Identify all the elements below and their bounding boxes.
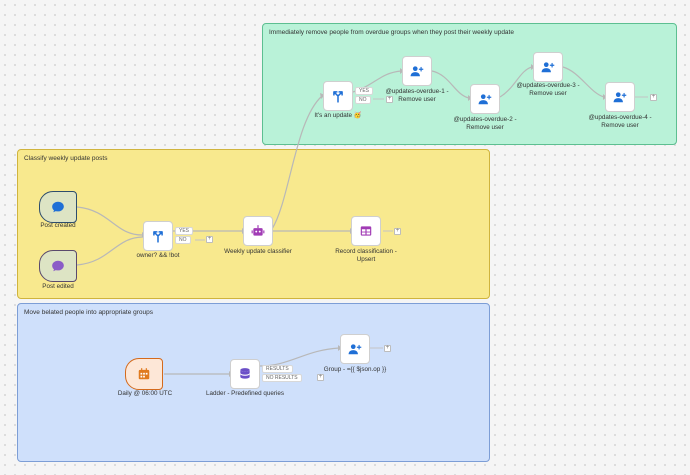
person-plus-icon (348, 344, 362, 355)
add-node-button[interactable]: + (206, 236, 213, 243)
branch-yes: YES (175, 227, 194, 235)
branch-split-icon (153, 231, 163, 243)
overdue-2-label: @updates-overdue-2 - Remove user (453, 116, 517, 131)
database-icon (240, 368, 250, 379)
group-title: Move belated people into appropriate gro… (24, 309, 154, 316)
overdue-4-node[interactable] (605, 82, 635, 112)
person-plus-icon (613, 92, 627, 103)
overdue-2-node[interactable] (470, 84, 500, 114)
chat-bubble-icon (52, 201, 64, 213)
group-op-label: Group - ={{ $json.op }} (323, 366, 387, 373)
ladder-queries-node[interactable] (230, 359, 260, 389)
overdue-3-node[interactable] (533, 52, 563, 82)
daily-schedule-trigger[interactable] (125, 358, 163, 390)
person-plus-icon (478, 94, 492, 105)
its-an-update-label: It's an update 🥳 (314, 112, 362, 119)
post-created-trigger[interactable] (39, 191, 77, 223)
overdue-1-label: @updates-overdue-1 - Remove user (385, 88, 449, 103)
person-plus-icon (410, 66, 424, 77)
branch-split-icon (333, 91, 343, 103)
post-edited-label: Post edited (42, 283, 74, 290)
add-node-button[interactable]: + (650, 94, 657, 101)
group-title: Classify weekly update posts (24, 155, 108, 162)
overdue-1-node[interactable] (402, 56, 432, 86)
owner-check-label: owner? && !bot (136, 252, 180, 259)
branch-no: NO (355, 96, 371, 104)
record-classification-node[interactable] (351, 216, 381, 246)
record-classification-label: Record classification - Upsert (335, 248, 397, 263)
branch-results: RESULTS (262, 365, 293, 373)
table-icon (360, 226, 372, 236)
branch-yes: YES (355, 87, 374, 95)
branch-no-results: NO RESULTS (262, 374, 302, 382)
weekly-classifier-label: Weekly update classifier (224, 248, 292, 255)
chat-bubble-icon (52, 260, 64, 272)
ladder-queries-label: Ladder - Predefined queries (205, 390, 285, 397)
weekly-classifier-node[interactable] (243, 216, 273, 246)
post-edited-trigger[interactable] (39, 250, 77, 282)
branch-no: NO (175, 236, 191, 244)
post-created-label: Post created (40, 222, 76, 229)
its-an-update-node[interactable] (323, 81, 353, 111)
overdue-4-label: @updates-overdue-4 - Remove user (588, 114, 652, 129)
robot-icon (251, 225, 265, 236)
add-node-button[interactable]: + (384, 345, 391, 352)
daily-schedule-label: Daily @ 06:00 UTC (117, 390, 173, 397)
owner-check-node[interactable] (143, 221, 173, 251)
calendar-icon (138, 368, 150, 380)
group-title: Immediately remove people from overdue g… (269, 29, 514, 36)
person-plus-icon (541, 62, 555, 73)
add-node-button[interactable]: + (317, 374, 324, 381)
group-op-node[interactable] (340, 334, 370, 364)
overdue-3-label: @updates-overdue-3 - Remove user (516, 82, 580, 97)
add-node-button[interactable]: + (394, 228, 401, 235)
